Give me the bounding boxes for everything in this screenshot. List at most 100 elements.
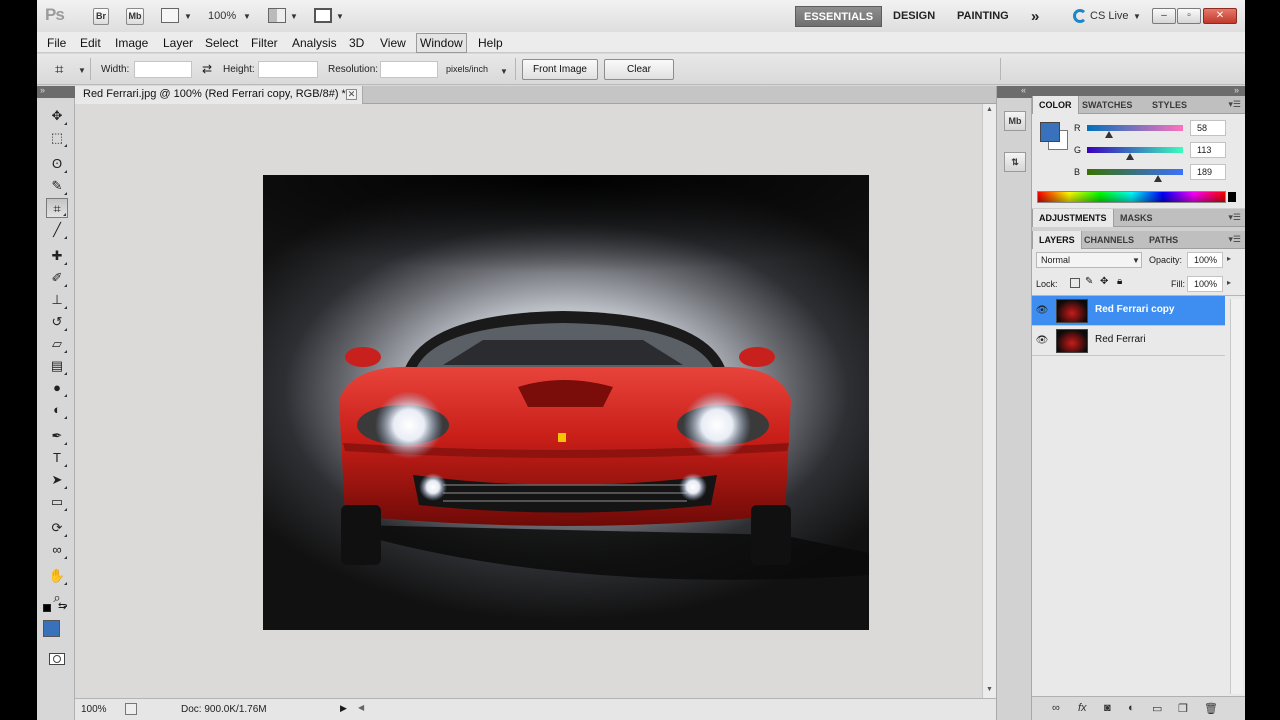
3d-orbit-tool[interactable]: ∞ bbox=[46, 540, 68, 560]
view-extras-icon[interactable] bbox=[161, 8, 179, 23]
blur-tool[interactable]: ● bbox=[46, 378, 68, 398]
quick-mask-icon[interactable] bbox=[49, 653, 65, 665]
restore-button[interactable]: ▫ bbox=[1177, 8, 1201, 24]
gradient-tool[interactable]: ▤ bbox=[46, 356, 68, 376]
foreground-color-swatch[interactable] bbox=[43, 620, 60, 637]
workspace-essentials[interactable]: ESSENTIALS bbox=[795, 6, 883, 27]
menu-view[interactable]: View bbox=[380, 36, 406, 50]
scroll-down-icon[interactable]: ▼ bbox=[986, 686, 993, 693]
new-layer-icon[interactable]: ❐ bbox=[1178, 702, 1188, 715]
b-slider[interactable] bbox=[1087, 169, 1183, 175]
close-button[interactable]: ✕ bbox=[1203, 8, 1237, 24]
resolution-units-select[interactable]: pixels/inch bbox=[446, 64, 488, 74]
brush-tool[interactable]: ✐ bbox=[46, 268, 68, 288]
healing-brush-tool[interactable]: ✚ bbox=[46, 246, 68, 266]
crop-tool[interactable]: ⌗ bbox=[46, 198, 68, 218]
screen-mode-icon[interactable] bbox=[314, 8, 332, 23]
menu-window[interactable]: Window bbox=[416, 33, 467, 53]
layer-style-icon[interactable]: fx bbox=[1078, 702, 1087, 714]
r-slider[interactable] bbox=[1087, 125, 1183, 131]
g-value-field[interactable]: 113 bbox=[1190, 142, 1226, 158]
status-zoom[interactable]: 100% bbox=[81, 704, 107, 715]
close-icon[interactable]: ✕ bbox=[346, 89, 357, 100]
layer-thumbnail[interactable] bbox=[1056, 299, 1088, 323]
cs-live-menu[interactable]: CS Live bbox=[1090, 10, 1129, 22]
bridge-button[interactable]: Br bbox=[93, 8, 109, 25]
resolution-field[interactable] bbox=[380, 61, 438, 78]
r-value-field[interactable]: 58 bbox=[1190, 120, 1226, 136]
width-field[interactable] bbox=[134, 61, 192, 78]
height-field[interactable] bbox=[258, 61, 318, 78]
lock-position-icon[interactable]: ✥ bbox=[1100, 276, 1108, 287]
menu-analysis[interactable]: Analysis bbox=[292, 36, 337, 50]
menu-image[interactable]: Image bbox=[115, 36, 148, 50]
chevron-down-icon[interactable]: ▼ bbox=[290, 12, 298, 21]
arrange-documents-icon[interactable] bbox=[268, 8, 286, 23]
document-image[interactable] bbox=[263, 175, 869, 630]
chevron-down-icon[interactable]: ▼ bbox=[78, 66, 86, 75]
fill-field[interactable]: 100% bbox=[1187, 276, 1223, 292]
default-colors-icon[interactable] bbox=[43, 604, 51, 612]
layer-thumbnail[interactable] bbox=[1056, 329, 1088, 353]
clear-button[interactable]: Clear bbox=[604, 59, 674, 80]
eye-icon[interactable]: 👁︎ bbox=[1035, 334, 1049, 348]
toolbox-header[interactable]: » bbox=[37, 85, 75, 98]
vertical-scrollbar[interactable]: ▲ ▼ bbox=[982, 104, 996, 698]
workspace-painting[interactable]: PAINTING bbox=[949, 6, 1017, 27]
lock-all-icon[interactable]: 🔒︎ bbox=[1117, 276, 1122, 287]
panel-menu-icon[interactable]: ▾☰ bbox=[1228, 99, 1241, 110]
tab-masks[interactable]: MASKS bbox=[1114, 209, 1159, 227]
dodge-tool[interactable]: ◐ bbox=[46, 400, 68, 420]
menu-filter[interactable]: Filter bbox=[251, 36, 278, 50]
minimize-button[interactable]: – bbox=[1152, 8, 1176, 24]
lock-image-icon[interactable]: ✎ bbox=[1085, 276, 1093, 287]
blend-mode-select[interactable]: Normal bbox=[1036, 252, 1142, 268]
chevron-down-icon[interactable]: ▼ bbox=[243, 12, 251, 21]
strip-header[interactable]: « bbox=[997, 85, 1033, 98]
g-slider-thumb[interactable] bbox=[1125, 153, 1134, 160]
3d-rotate-tool[interactable]: ⟳ bbox=[46, 518, 68, 538]
eyedropper-tool[interactable]: ╱ bbox=[46, 220, 68, 240]
link-layers-icon[interactable]: ∞ bbox=[1052, 702, 1060, 714]
opacity-field[interactable]: 100% bbox=[1187, 252, 1223, 268]
hand-tool[interactable]: ✋ bbox=[46, 566, 68, 586]
clone-stamp-tool[interactable]: ⊥ bbox=[46, 290, 68, 310]
mini-bridge-icon[interactable]: Mb bbox=[1004, 111, 1026, 131]
menu-edit[interactable]: Edit bbox=[80, 36, 101, 50]
move-tool[interactable]: ✥ bbox=[46, 106, 68, 126]
menu-layer[interactable]: Layer bbox=[163, 36, 193, 50]
scroll-up-icon[interactable]: ▲ bbox=[986, 106, 993, 113]
r-slider-thumb[interactable] bbox=[1104, 131, 1113, 138]
opacity-slider-icon[interactable]: ▸ bbox=[1227, 254, 1231, 263]
menu-3d[interactable]: 3D bbox=[349, 36, 364, 50]
marquee-tool[interactable]: ⬚ bbox=[46, 128, 68, 148]
tab-layers[interactable]: LAYERS bbox=[1032, 231, 1082, 249]
status-icon[interactable] bbox=[125, 703, 137, 715]
chevron-down-icon[interactable]: ▼ bbox=[500, 67, 508, 76]
new-group-icon[interactable]: ▭ bbox=[1152, 702, 1162, 715]
eye-icon[interactable]: 👁︎ bbox=[1035, 304, 1049, 318]
menu-help[interactable]: Help bbox=[478, 36, 503, 50]
document-tab[interactable]: Red Ferrari.jpg @ 100% (Red Ferrari copy… bbox=[75, 86, 363, 104]
history-icon[interactable]: ⇅ bbox=[1004, 152, 1026, 172]
chevron-down-icon[interactable]: ▼ bbox=[1133, 12, 1141, 21]
panel-menu-icon[interactable]: ▾☰ bbox=[1228, 234, 1241, 245]
menu-file[interactable]: File bbox=[47, 36, 66, 50]
pen-tool[interactable]: ✒ bbox=[46, 426, 68, 446]
tab-color[interactable]: COLOR bbox=[1032, 96, 1079, 114]
add-mask-icon[interactable]: ◙ bbox=[1104, 702, 1111, 714]
delete-layer-icon[interactable]: 🗑︎ bbox=[1204, 702, 1218, 715]
scroll-left-icon[interactable]: ◀ bbox=[358, 703, 364, 712]
tab-channels[interactable]: CHANNELS bbox=[1078, 231, 1140, 249]
quick-selection-tool[interactable]: ✎ bbox=[46, 176, 68, 196]
layer-name[interactable]: Red Ferrari bbox=[1095, 334, 1146, 345]
tab-paths[interactable]: PATHS bbox=[1143, 231, 1184, 249]
more-workspaces-icon[interactable]: » bbox=[1023, 6, 1047, 27]
lock-transparent-icon[interactable] bbox=[1070, 278, 1080, 288]
menu-select[interactable]: Select bbox=[205, 36, 238, 50]
zoom-level[interactable]: 100% bbox=[208, 10, 236, 22]
b-value-field[interactable]: 189 bbox=[1190, 164, 1226, 180]
path-selection-tool[interactable]: ➤ bbox=[46, 470, 68, 490]
front-image-button[interactable]: Front Image bbox=[522, 59, 598, 80]
panel-menu-icon[interactable]: ▾☰ bbox=[1228, 212, 1241, 223]
